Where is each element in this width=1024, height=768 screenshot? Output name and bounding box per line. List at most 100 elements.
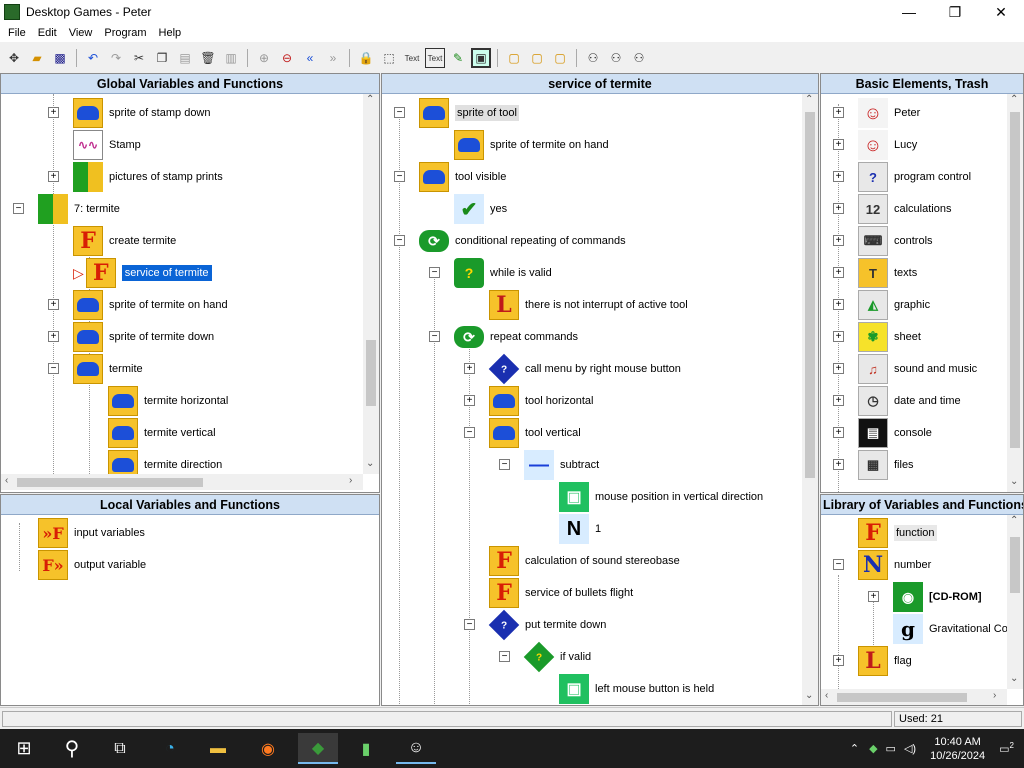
scroll-thumb[interactable]: [366, 340, 376, 406]
tree-node[interactable]: sprite of stamp down: [73, 97, 211, 129]
tree-node[interactable]: ⟳ conditional repeating of commands: [419, 225, 626, 257]
collapse-toggle[interactable]: −: [394, 171, 405, 182]
peter-taskbar-icon[interactable]: ☺: [396, 733, 436, 764]
scroll-thumb[interactable]: [1010, 537, 1020, 593]
lock-yellow-icon[interactable]: ▢: [504, 48, 524, 68]
copy-icon[interactable]: ❐: [152, 48, 172, 68]
maximize-button[interactable]: ❐: [932, 0, 978, 24]
redo-icon[interactable]: ↷: [106, 48, 126, 68]
lock-key-icon[interactable]: ▢: [550, 48, 570, 68]
tree-node[interactable]: L flag: [858, 645, 912, 677]
tree-node[interactable]: sprite of termite down: [73, 321, 214, 353]
binoculars-next-icon[interactable]: ⚇: [606, 48, 626, 68]
tree-node-selected[interactable]: ▷ F service of termite: [73, 257, 212, 289]
expand-toggle[interactable]: +: [48, 299, 59, 310]
tree-node[interactable]: ◭ graphic: [858, 289, 930, 321]
scroll-right-icon[interactable]: ›: [993, 690, 996, 701]
expand-toggle[interactable]: +: [833, 363, 844, 374]
tree-node[interactable]: ☺ Lucy: [858, 129, 917, 161]
expand-toggle[interactable]: +: [833, 331, 844, 342]
expand-toggle[interactable]: +: [833, 107, 844, 118]
horizontal-scrollbar[interactable]: ‹ ›: [821, 689, 1007, 705]
tree-node[interactable]: ⟳ repeat commands: [454, 321, 578, 353]
chevron-up-icon[interactable]: ⌃: [850, 742, 859, 755]
expand-toggle[interactable]: +: [48, 171, 59, 182]
collapse-toggle[interactable]: −: [833, 559, 844, 570]
tree-node[interactable]: sprite of termite on hand: [454, 129, 609, 161]
tree-node[interactable]: tool horizontal: [489, 385, 594, 417]
clock[interactable]: 10:40 AM 10/26/2024: [930, 735, 985, 763]
expand-toggle[interactable]: +: [833, 235, 844, 246]
collapse-toggle[interactable]: −: [499, 651, 510, 662]
collapse-toggle[interactable]: −: [13, 203, 24, 214]
expand-icon[interactable]: »: [323, 48, 343, 68]
expand-toggle[interactable]: +: [833, 299, 844, 310]
delete-icon[interactable]: 🗑: [198, 48, 218, 68]
tree-node[interactable]: ? call menu by right mouse button: [488, 353, 681, 385]
collapse-icon[interactable]: «: [300, 48, 320, 68]
network-icon[interactable]: ▭: [886, 742, 896, 755]
menu-file[interactable]: File: [2, 27, 32, 39]
tree-node[interactable]: tool visible: [419, 161, 506, 193]
scroll-left-icon[interactable]: ‹: [825, 690, 828, 701]
scroll-thumb[interactable]: [1010, 112, 1020, 448]
scroll-thumb[interactable]: [837, 693, 967, 702]
edit-icon[interactable]: ✎: [448, 48, 468, 68]
scroll-down-icon[interactable]: ⌄: [805, 690, 813, 701]
expand-toggle[interactable]: +: [833, 427, 844, 438]
scroll-down-icon[interactable]: ⌄: [1010, 673, 1018, 684]
menu-program[interactable]: Program: [98, 27, 152, 39]
tree-node[interactable]: ▣ left mouse button is held: [559, 673, 714, 705]
select-icon[interactable]: ⬚: [379, 48, 399, 68]
vertical-scrollbar[interactable]: ⌃ ⌄: [802, 94, 818, 705]
expand-toggle[interactable]: +: [464, 363, 475, 374]
scroll-up-icon[interactable]: ⌃: [1010, 94, 1018, 105]
minimize-button[interactable]: —: [886, 0, 932, 24]
collapse-toggle[interactable]: −: [394, 107, 405, 118]
collapse-toggle[interactable]: −: [429, 331, 440, 342]
expand-toggle[interactable]: +: [833, 171, 844, 182]
search-icon[interactable]: ⚲: [52, 733, 92, 764]
expand-toggle[interactable]: +: [833, 203, 844, 214]
vertical-scrollbar[interactable]: ⌃ ⌄: [1007, 515, 1023, 689]
tree-node[interactable]: termite horizontal: [108, 385, 228, 417]
tree-node[interactable]: F» output variable: [38, 549, 146, 581]
expand-toggle[interactable]: +: [48, 107, 59, 118]
tree-node[interactable]: N 1: [559, 513, 601, 545]
tree-node[interactable]: ∿∿ Stamp: [73, 129, 141, 161]
tree-node[interactable]: ? put termite down: [488, 609, 606, 641]
notifications-icon[interactable]: ▭2: [999, 741, 1014, 756]
expand-toggle[interactable]: +: [833, 395, 844, 406]
expand-toggle[interactable]: +: [868, 591, 879, 602]
tree-node[interactable]: ◉ [CD-ROM]: [893, 581, 982, 613]
zoom-out-icon[interactable]: ⊖: [277, 48, 297, 68]
tree-node[interactable]: F calculation of sound stereobase: [489, 545, 680, 577]
disabled-icon[interactable]: ▥: [221, 48, 241, 68]
tree-node[interactable]: ◷ date and time: [858, 385, 961, 417]
collapse-toggle[interactable]: −: [394, 235, 405, 246]
vertical-scrollbar[interactable]: ⌃ ⌄: [363, 94, 379, 474]
tree-node[interactable]: ? program control: [858, 161, 971, 193]
tree-node[interactable]: sprite of termite on hand: [73, 289, 228, 321]
horizontal-scrollbar[interactable]: ‹ ›: [1, 474, 363, 490]
tree-node[interactable]: ▣ mouse position in vertical direction: [559, 481, 763, 513]
expand-toggle[interactable]: +: [464, 395, 475, 406]
vertical-scrollbar[interactable]: ⌃ ⌄: [1007, 94, 1023, 492]
binoculars-icon[interactable]: ⚇: [583, 48, 603, 68]
tree-node[interactable]: N number: [858, 549, 931, 581]
tree-node[interactable]: F function: [858, 517, 937, 549]
tree-node[interactable]: L there is not interrupt of active tool: [489, 289, 688, 321]
close-button[interactable]: ✕: [978, 0, 1024, 24]
collapse-toggle[interactable]: −: [429, 267, 440, 278]
undo-icon[interactable]: ↶: [83, 48, 103, 68]
expand-toggle[interactable]: +: [833, 459, 844, 470]
open-icon[interactable]: ▰: [27, 48, 47, 68]
scroll-thumb[interactable]: [805, 112, 815, 478]
collapse-toggle[interactable]: −: [499, 459, 510, 470]
tree-node[interactable]: tool vertical: [489, 417, 581, 449]
menu-view[interactable]: View: [63, 27, 99, 39]
text-icon[interactable]: Text: [402, 48, 422, 68]
tree-node[interactable]: termite: [73, 353, 143, 385]
scroll-right-icon[interactable]: ›: [349, 475, 352, 486]
binoculars-prev-icon[interactable]: ⚇: [629, 48, 649, 68]
